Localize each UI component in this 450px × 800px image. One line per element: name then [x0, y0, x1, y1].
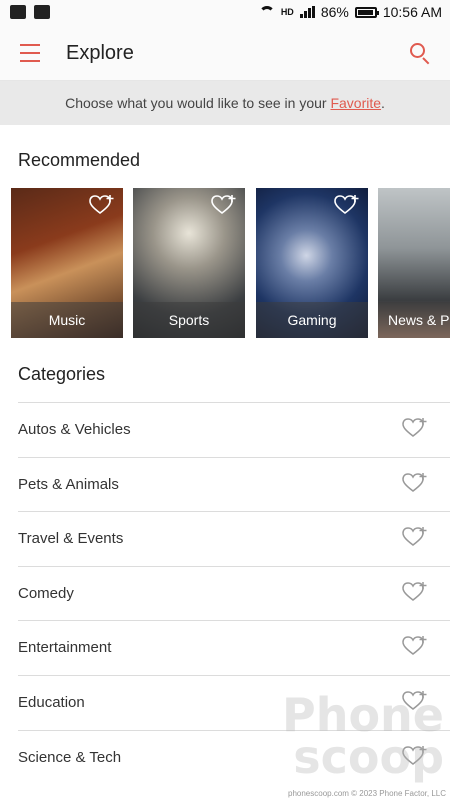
- watermark-line-2: scoop: [293, 729, 444, 784]
- watermark-logo: Phone scoop: [282, 692, 444, 784]
- category-label: Comedy: [18, 584, 74, 602]
- recommended-heading: Recommended: [18, 150, 141, 170]
- gmail-icon: [10, 5, 26, 19]
- banner-text-end: .: [381, 95, 385, 111]
- notification-icons: [10, 5, 50, 19]
- category-label: Science & Tech: [18, 748, 122, 766]
- add-favorite-heart-icon[interactable]: [402, 472, 428, 494]
- recommended-card-sports[interactable]: Sports: [133, 188, 245, 338]
- favorite-link[interactable]: Favorite: [330, 95, 381, 111]
- recommended-carousel[interactable]: Music Sports Gaming News & Po: [11, 188, 450, 338]
- battery-percent: 86%: [320, 4, 349, 20]
- search-icon[interactable]: [410, 43, 432, 65]
- menu-icon[interactable]: [20, 44, 40, 62]
- category-label: Travel & Events: [18, 530, 124, 548]
- card-label: Gaming: [256, 302, 368, 338]
- wifi-icon: [258, 6, 275, 18]
- page-title: Explore: [66, 42, 134, 64]
- system-icons: HD 86% 10:56 AM: [258, 4, 442, 20]
- category-row-autos-vehicles[interactable]: Autos & Vehicles: [18, 402, 450, 457]
- category-label: Entertainment: [18, 639, 112, 657]
- category-label: Education: [18, 693, 85, 711]
- add-favorite-heart-icon[interactable]: [89, 194, 115, 216]
- watermark-credit: phonescoop.com © 2023 Phone Factor, LLC: [288, 789, 446, 798]
- battery-icon: [354, 6, 379, 18]
- add-favorite-heart-icon[interactable]: [402, 526, 428, 548]
- category-row-entertainment[interactable]: Entertainment: [18, 620, 450, 675]
- network-type-label: HD: [280, 7, 294, 17]
- card-label: Sports: [133, 302, 245, 338]
- card-label: Music: [11, 302, 123, 338]
- add-favorite-heart-icon[interactable]: [402, 635, 428, 657]
- add-favorite-heart-icon[interactable]: [334, 194, 360, 216]
- clock: 10:56 AM: [382, 4, 442, 20]
- favorite-banner: Choose what you would like to see in you…: [0, 81, 450, 125]
- recommended-card-news[interactable]: News & Po: [378, 188, 450, 338]
- app-bar: Explore: [0, 26, 450, 81]
- add-favorite-heart-icon[interactable]: [211, 194, 237, 216]
- card-label: News & Po: [378, 302, 450, 338]
- category-label: Pets & Animals: [18, 475, 119, 493]
- status-bar: HD 86% 10:56 AM: [0, 0, 450, 26]
- image-icon: [34, 5, 50, 19]
- category-label: Autos & Vehicles: [18, 421, 131, 438]
- categories-heading: Categories: [18, 364, 106, 384]
- category-row-travel-events[interactable]: Travel & Events: [18, 511, 450, 566]
- signal-icon: [299, 6, 315, 18]
- banner-text: Choose what you would like to see in you…: [65, 95, 331, 111]
- add-favorite-heart-icon[interactable]: [402, 417, 428, 439]
- recommended-card-music[interactable]: Music: [11, 188, 123, 338]
- category-row-comedy[interactable]: Comedy: [18, 565, 450, 621]
- add-favorite-heart-icon[interactable]: [402, 581, 428, 603]
- category-row-pets-animals[interactable]: Pets & Animals: [18, 456, 450, 512]
- recommended-card-gaming[interactable]: Gaming: [256, 188, 368, 338]
